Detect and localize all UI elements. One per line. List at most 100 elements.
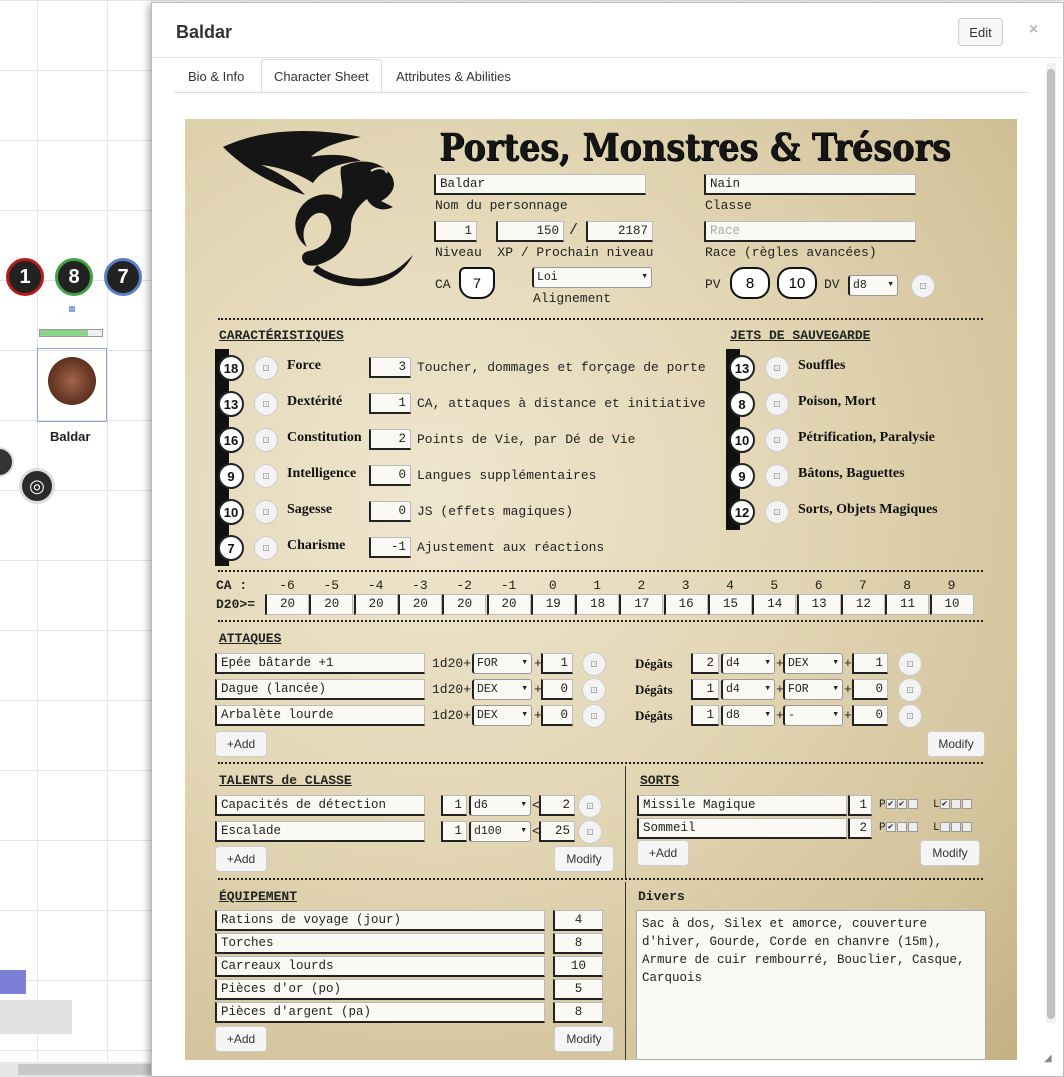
roll-stat-icon[interactable]: ⚀ — [254, 536, 278, 560]
talent-name-field[interactable]: Capacités de détection — [215, 795, 425, 816]
tab-bio-info[interactable]: Bio & Info — [176, 59, 256, 94]
stat-score[interactable]: 10 — [218, 499, 244, 525]
stat-modifier-field[interactable]: -1 — [369, 537, 411, 558]
damage-dice-count-field[interactable]: 1 — [691, 679, 719, 700]
spell-level-field[interactable]: 1 — [848, 795, 872, 816]
talent-dice-count-field[interactable]: 1 — [441, 821, 467, 842]
add-talent-button[interactable]: +Add — [215, 846, 267, 872]
equipment-quantity-field[interactable]: 8 — [553, 933, 603, 954]
d20-table-cell[interactable]: 20 — [353, 594, 398, 615]
stat-score[interactable]: 16 — [218, 427, 244, 453]
xp-field[interactable]: 150 — [496, 221, 564, 242]
save-value[interactable]: 8 — [729, 391, 755, 417]
roll-attack-icon[interactable]: ⚀ — [582, 678, 606, 702]
damage-bonus-field[interactable]: 1 — [852, 653, 888, 674]
talent-dice-count-field[interactable]: 1 — [441, 795, 467, 816]
roll-save-icon[interactable]: ⚀ — [765, 392, 789, 416]
prepared-checkbox[interactable] — [907, 799, 918, 810]
attack-stat-select[interactable]: FOR — [472, 653, 532, 674]
d20-table-cell[interactable]: 10 — [929, 594, 974, 615]
learned-checkbox[interactable] — [950, 822, 961, 833]
learned-checkbox[interactable] — [939, 822, 950, 833]
stat-score[interactable]: 7 — [218, 535, 244, 561]
save-value[interactable]: 12 — [729, 499, 755, 525]
d20-table-cell[interactable]: 15 — [708, 594, 752, 615]
stat-score[interactable]: 18 — [218, 355, 244, 381]
talent-die-select[interactable]: d100 — [469, 821, 531, 842]
damage-die-select[interactable]: d4 — [721, 653, 775, 674]
learned-checkbox[interactable]: ✔ — [939, 799, 950, 810]
tabletop-canvas[interactable]: 1 8 7 Baldar ◎ Baldar Edit × Bio & Info … — [0, 0, 1064, 1077]
attack-name-field[interactable]: Epée bâtarde +1 — [215, 653, 425, 674]
stat-modifier-field[interactable]: 3 — [369, 357, 411, 378]
roll-save-icon[interactable]: ⚀ — [765, 356, 789, 380]
level-field[interactable]: 1 — [434, 221, 477, 242]
token-red[interactable]: 1 — [6, 258, 44, 296]
talent-name-field[interactable]: Escalade — [215, 821, 425, 842]
prepared-checkbox[interactable]: ✔ — [885, 799, 896, 810]
roll-hit-dice-icon[interactable]: ⚀ — [911, 274, 935, 298]
modify-spells-button[interactable]: Modify — [920, 840, 980, 866]
roll-damage-icon[interactable]: ⚀ — [898, 652, 922, 676]
tab-attributes-abilities[interactable]: Attributes & Abilities — [384, 59, 523, 94]
prepared-checkbox[interactable]: ✔ — [896, 799, 907, 810]
stat-modifier-field[interactable]: 0 — [369, 465, 411, 486]
attack-stat-select[interactable]: DEX — [472, 679, 532, 700]
damage-die-select[interactable]: d4 — [721, 679, 775, 700]
modify-equipment-button[interactable]: Modify — [554, 1026, 614, 1052]
attack-bonus-field[interactable]: 0 — [541, 705, 573, 726]
stat-modifier-field[interactable]: 2 — [369, 429, 411, 450]
rotate-handle[interactable] — [69, 306, 75, 312]
roll-damage-icon[interactable]: ⚀ — [898, 678, 922, 702]
learned-checkbox[interactable] — [950, 799, 961, 810]
equipment-name-field[interactable]: Pièces d'argent (pa) — [215, 1002, 545, 1023]
damage-dice-count-field[interactable]: 1 — [691, 705, 719, 726]
d20-table-cell[interactable]: 19 — [530, 594, 575, 615]
d20-table-cell[interactable]: 20 — [486, 594, 531, 615]
talent-target-field[interactable]: 25 — [539, 821, 575, 842]
d20-table-cell[interactable]: 20 — [265, 594, 309, 615]
token-green[interactable]: 8 — [55, 258, 93, 296]
damage-bonus-field[interactable]: 0 — [852, 705, 888, 726]
equipment-quantity-field[interactable]: 8 — [553, 1002, 603, 1023]
talent-die-select[interactable]: d6 — [469, 795, 531, 816]
stat-modifier-field[interactable]: 1 — [369, 393, 411, 414]
equipment-name-field[interactable]: Pièces d'or (po) — [215, 979, 545, 1000]
equipment-name-field[interactable]: Torches — [215, 933, 545, 954]
edit-button[interactable]: Edit — [958, 18, 1003, 46]
d20-table-cell[interactable]: 16 — [663, 594, 708, 615]
d20-table-cell[interactable]: 17 — [619, 594, 664, 615]
roll-stat-icon[interactable]: ⚀ — [254, 428, 278, 452]
dialog-scroll-thumb[interactable] — [1047, 69, 1055, 1019]
stat-score[interactable]: 13 — [218, 391, 244, 417]
add-equipment-button[interactable]: +Add — [215, 1026, 267, 1052]
prepared-checkbox[interactable] — [896, 822, 907, 833]
race-field[interactable]: Race — [704, 221, 916, 242]
roll-stat-icon[interactable]: ⚀ — [254, 500, 278, 524]
d20-table-cell[interactable]: 13 — [796, 594, 841, 615]
d20-table-cell[interactable]: 11 — [885, 594, 930, 615]
roll-damage-icon[interactable]: ⚀ — [898, 704, 922, 728]
prepared-checkbox[interactable] — [907, 822, 918, 833]
resize-grip-icon[interactable]: ◢ — [1044, 1053, 1056, 1065]
armor-class-shield[interactable]: 7 — [459, 267, 495, 299]
equipment-quantity-field[interactable]: 10 — [553, 956, 603, 977]
color-swatch[interactable] — [0, 970, 26, 994]
d20-table-cell[interactable]: 18 — [575, 594, 620, 615]
spell-name-field[interactable]: Sommeil — [637, 818, 847, 839]
learned-checkbox[interactable] — [961, 799, 972, 810]
misc-notes-textarea[interactable]: Sac à dos, Silex et amorce, couverture d… — [636, 910, 986, 1060]
roll-save-icon[interactable]: ⚀ — [765, 428, 789, 452]
roll-save-icon[interactable]: ⚀ — [765, 500, 789, 524]
talent-target-field[interactable]: 2 — [539, 795, 575, 816]
stat-score[interactable]: 9 — [218, 463, 244, 489]
selected-token[interactable] — [37, 348, 107, 422]
max-hp-field[interactable]: 10 — [777, 267, 817, 299]
save-value[interactable]: 9 — [729, 463, 755, 489]
stat-modifier-field[interactable]: 0 — [369, 501, 411, 522]
add-spell-button[interactable]: +Add — [637, 840, 689, 866]
add-attack-button[interactable]: +Add — [215, 731, 267, 757]
class-field[interactable]: Nain — [704, 174, 916, 195]
character-name-field[interactable]: Baldar — [434, 174, 646, 195]
roll-stat-icon[interactable]: ⚀ — [254, 464, 278, 488]
